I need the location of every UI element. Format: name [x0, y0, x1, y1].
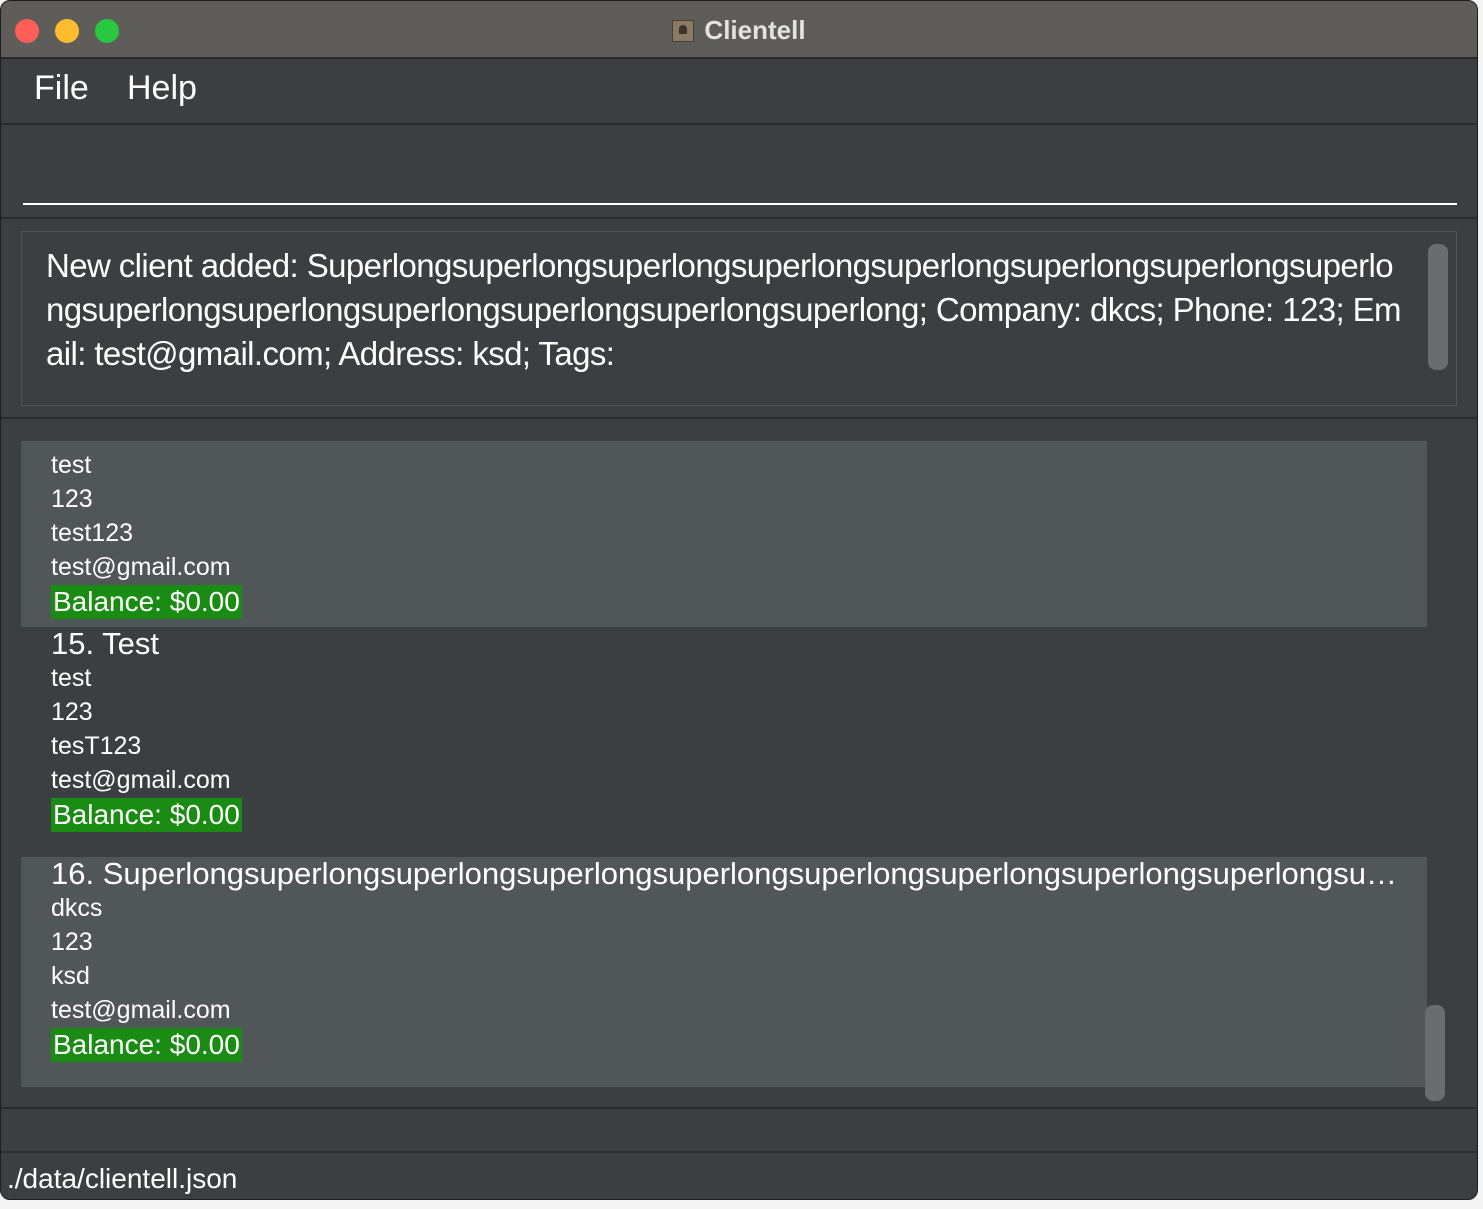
client-phone: 123 — [51, 485, 93, 513]
client-list-scroll-thumb[interactable] — [1425, 1005, 1445, 1101]
menu-bar: File Help — [1, 59, 1477, 125]
result-display-area: New client added: Superlongsuperlongsupe… — [1, 219, 1477, 419]
client-company: test — [51, 664, 92, 692]
window-title: Clientell — [704, 15, 806, 45]
client-name: 16. Superlongsuperlongsuperlongsuperlong… — [51, 857, 1411, 891]
client-email: test@gmail.com — [51, 996, 231, 1024]
client-name: 15. Test — [51, 627, 160, 661]
client-company: dkcs — [51, 894, 103, 922]
menu-file[interactable]: File — [34, 69, 89, 108]
client-list-panel: test 123 test123 test@gmail.com Balance:… — [1, 419, 1477, 1109]
result-display[interactable]: New client added: Superlongsuperlongsupe… — [21, 231, 1457, 406]
client-address: ksd — [51, 962, 90, 990]
client-balance-badge: Balance: $0.00 — [51, 798, 242, 832]
client-list-scrollbar[interactable] — [1425, 441, 1447, 1101]
app-window: Clientell File Help New client added: Su… — [0, 0, 1478, 1200]
command-box-area — [1, 125, 1477, 219]
client-card[interactable]: 15. Test test 123 tesT123 test@gmail.com… — [21, 627, 1427, 857]
panel-divider — [1, 1109, 1477, 1153]
menu-help[interactable]: Help — [127, 69, 197, 108]
client-address: test123 — [51, 519, 134, 547]
title-bar[interactable]: Clientell — [1, 1, 1477, 59]
client-phone: 123 — [51, 698, 93, 726]
data-file-path: ./data/clientell.json — [7, 1163, 238, 1194]
client-balance-badge: Balance: $0.00 — [51, 1028, 242, 1062]
window-title-group: Clientell — [1, 15, 1477, 46]
client-card[interactable]: 16. Superlongsuperlongsuperlongsuperlong… — [21, 857, 1427, 1087]
client-balance-badge: Balance: $0.00 — [51, 585, 242, 619]
contacts-app-icon — [672, 20, 695, 42]
client-card[interactable]: test 123 test123 test@gmail.com Balance:… — [21, 441, 1427, 627]
client-address: tesT123 — [51, 732, 142, 760]
client-list[interactable]: test 123 test123 test@gmail.com Balance:… — [21, 441, 1427, 1087]
command-input[interactable] — [23, 139, 1457, 205]
client-email: test@gmail.com — [51, 553, 231, 581]
result-scrollbar[interactable] — [1428, 244, 1448, 370]
client-company: test — [51, 451, 92, 479]
result-message: New client added: Superlongsuperlongsupe… — [46, 247, 1402, 372]
client-email: test@gmail.com — [51, 766, 231, 794]
status-bar: ./data/clientell.json — [1, 1153, 1477, 1199]
client-phone: 123 — [51, 928, 93, 956]
